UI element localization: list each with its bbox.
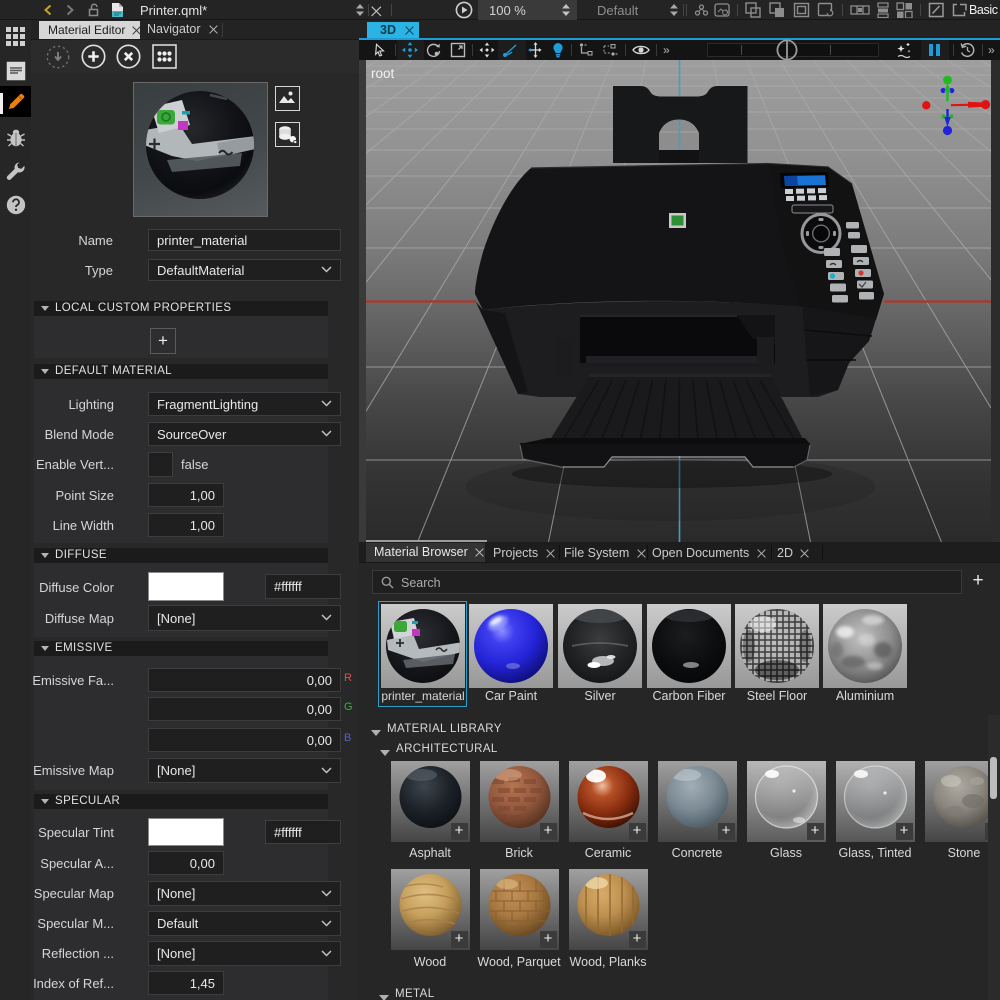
svg-text:root: root	[371, 66, 395, 81]
